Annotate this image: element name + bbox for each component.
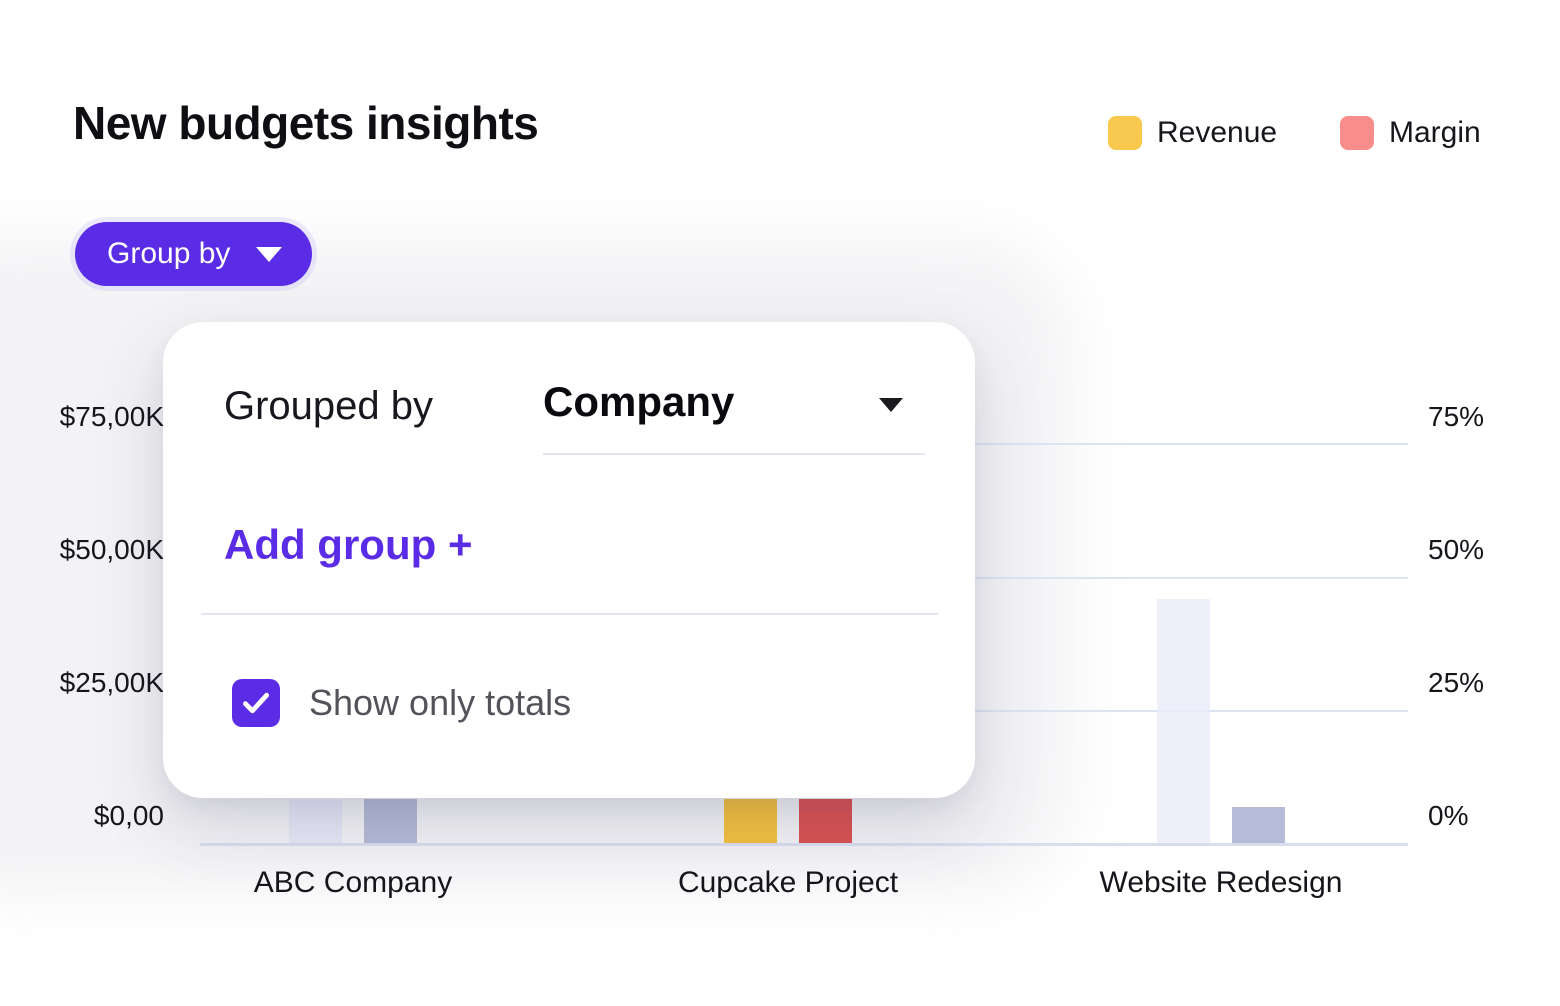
bar-revenue-cupcake-project <box>724 799 777 843</box>
show-only-totals-checkbox[interactable] <box>232 679 280 727</box>
chevron-down-icon <box>256 247 282 262</box>
group-by-button[interactable]: Group by <box>75 222 312 286</box>
left-axis-tick: $75,00K <box>0 401 164 433</box>
bar-margin-abc-company <box>364 799 417 843</box>
group-by-popup: Grouped by Company Add group + Show only… <box>163 322 975 798</box>
group-by-select[interactable]: Company <box>543 372 929 458</box>
bar-margin-website-redesign <box>1232 807 1285 843</box>
revenue-swatch-icon <box>1108 116 1142 150</box>
page-title: New budgets insights <box>73 96 538 150</box>
legend-label-revenue: Revenue <box>1157 116 1277 150</box>
legend-item-revenue[interactable]: Revenue <box>1108 116 1277 150</box>
chart-x-axis-line <box>200 843 1408 846</box>
x-axis-label: ABC Company <box>254 866 452 900</box>
left-axis-tick: $25,00K <box>0 667 164 699</box>
right-axis-tick: 50% <box>1428 534 1484 566</box>
add-group-link[interactable]: Add group + <box>224 519 472 571</box>
group-by-select-value: Company <box>543 377 734 427</box>
show-only-totals-label[interactable]: Show only totals <box>309 681 571 725</box>
x-axis-label: Cupcake Project <box>678 866 898 900</box>
grouped-by-label: Grouped by <box>224 382 433 430</box>
bar-revenue-website-redesign <box>1157 599 1210 843</box>
margin-swatch-icon <box>1340 116 1374 150</box>
left-axis-tick: $0,00 <box>0 800 164 832</box>
checkmark-icon <box>239 686 273 720</box>
bar-margin-cupcake-project <box>799 799 852 843</box>
group-by-button-label: Group by <box>107 237 230 271</box>
left-axis-tick: $50,00K <box>0 534 164 566</box>
select-underline <box>543 453 925 455</box>
popup-divider <box>201 613 938 615</box>
legend-item-margin[interactable]: Margin <box>1340 116 1481 150</box>
select-chevron-down-icon <box>879 398 903 412</box>
right-axis-tick: 0% <box>1428 800 1468 832</box>
legend-label-margin: Margin <box>1389 116 1481 150</box>
right-axis-tick: 75% <box>1428 401 1484 433</box>
right-axis-tick: 25% <box>1428 667 1484 699</box>
bar-revenue-abc-company <box>289 799 342 843</box>
x-axis-label: Website Redesign <box>1100 866 1343 900</box>
